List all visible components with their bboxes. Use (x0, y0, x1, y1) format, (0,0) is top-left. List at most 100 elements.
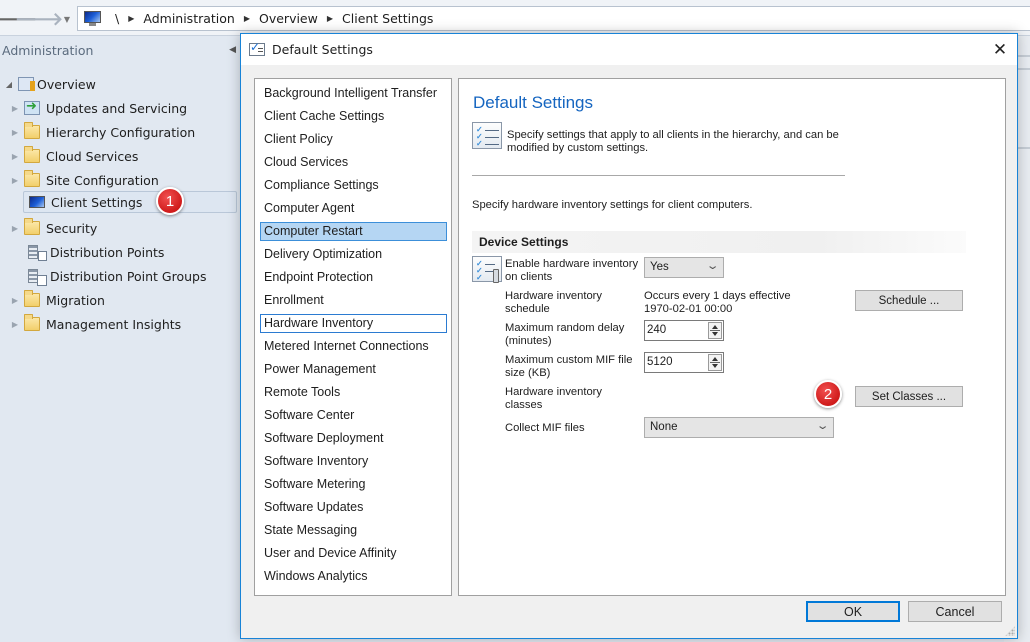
category-item[interactable]: Delivery Optimization (260, 245, 447, 264)
schedule-value-line2: 1970-02-01 00:00 (644, 303, 733, 315)
forward-button[interactable]: 🡒 (15, 8, 63, 30)
folder-icon (24, 170, 40, 187)
overview-icon (18, 77, 35, 91)
breadcrumb-separator-icon[interactable]: ▶ (239, 14, 255, 23)
category-list[interactable]: Background Intelligent Transfer Client C… (254, 78, 452, 596)
category-item[interactable]: Enrollment (260, 291, 447, 310)
collapsed-triangle-icon[interactable]: ▶ (10, 320, 20, 329)
schedule-button[interactable]: Schedule ... (855, 290, 963, 311)
breadcrumb-root[interactable]: \ (111, 11, 123, 26)
collapsed-triangle-icon[interactable]: ▶ (10, 296, 20, 305)
tree-item-migration[interactable]: ▶ Migration (10, 289, 105, 311)
category-item[interactable]: Software Inventory (260, 452, 447, 471)
category-item[interactable]: Software Deployment (260, 429, 447, 448)
category-item[interactable]: Power Management (260, 360, 447, 379)
collect-mif-dropdown[interactable]: None ⌄ (644, 417, 834, 438)
collapsed-triangle-icon[interactable]: ▶ (10, 224, 20, 233)
random-delay-spinner[interactable] (708, 322, 722, 339)
tree-item-management-insights[interactable]: ▶ Management Insights (10, 313, 181, 335)
collapsed-triangle-icon[interactable]: ▶ (10, 104, 20, 113)
device-settings-header: Device Settings (472, 231, 966, 253)
random-delay-value[interactable]: 240 (647, 324, 666, 336)
tree-item-label: Client Settings (51, 194, 143, 210)
cancel-button[interactable]: Cancel (908, 601, 1002, 622)
category-item[interactable]: User and Device Affinity (260, 544, 447, 563)
tree-item-site-configuration[interactable]: ▶ Site Configuration (10, 169, 159, 191)
close-icon: ✕ (992, 40, 1008, 60)
tree-item-label: Distribution Points (50, 244, 165, 260)
enable-inventory-dropdown[interactable]: Yes ⌄ (644, 257, 724, 278)
tree-item-label: Updates and Servicing (46, 100, 188, 116)
category-item[interactable]: Remote Tools (260, 383, 447, 402)
folder-icon (24, 122, 40, 139)
updates-icon (24, 99, 40, 115)
chevron-down-icon: ⌄ (815, 420, 830, 432)
inventory-classes-label: Hardware inventory classes (505, 386, 603, 411)
category-item[interactable]: Metered Internet Connections (260, 337, 447, 356)
set-classes-button[interactable]: Set Classes ... (855, 386, 963, 407)
nav-pane-header: Administration ◀ (0, 43, 240, 63)
tree-item-distribution-point-groups[interactable]: Distribution Point Groups (28, 265, 206, 287)
tree-item-label: Security (46, 220, 98, 236)
mif-size-input[interactable]: 5120 (644, 352, 724, 373)
category-item[interactable]: Software Center (260, 406, 447, 425)
category-item[interactable]: Client Policy (260, 130, 447, 149)
category-item[interactable]: Computer Agent (260, 199, 447, 218)
category-item[interactable]: State Messaging (260, 521, 447, 540)
hardware-inventory-icon: ✓ ✓ ✓ (472, 256, 502, 283)
breadcrumb-administration[interactable]: Administration (139, 11, 238, 26)
category-item[interactable]: Software Metering (260, 475, 447, 494)
history-dropdown[interactable]: ▼ (56, 8, 78, 30)
category-item[interactable]: Software Updates (260, 498, 447, 517)
expanded-triangle-icon[interactable]: ◢ (4, 80, 14, 89)
default-settings-dialog: Default Settings ✕ Background Intelligen… (240, 33, 1018, 639)
mif-size-value[interactable]: 5120 (647, 356, 673, 368)
tree-item-distribution-points[interactable]: Distribution Points (28, 241, 164, 263)
tree-item-label: Overview (37, 76, 96, 92)
tree-item-cloud-services[interactable]: ▶ Cloud Services (10, 145, 138, 167)
collapsed-triangle-icon[interactable]: ▶ (10, 176, 20, 185)
breadcrumb-separator-icon[interactable]: ▶ (123, 14, 139, 23)
info-text: Specify settings that apply to all clien… (507, 129, 839, 154)
tree-item-label: Management Insights (46, 316, 182, 332)
random-delay-input[interactable]: 240 (644, 320, 724, 341)
console-root-icon (84, 11, 101, 26)
folder-icon (24, 218, 40, 235)
tree-item-security[interactable]: ▶ Security (10, 217, 97, 239)
breadcrumb-separator-icon[interactable]: ▶ (322, 14, 338, 23)
category-item[interactable]: Compliance Settings (260, 176, 447, 195)
schedule-value-line1: Occurs every 1 days effective (644, 290, 791, 302)
breadcrumb-client-settings[interactable]: Client Settings (338, 11, 437, 26)
tree-item-updates-and-servicing[interactable]: ▶ Updates and Servicing (10, 97, 187, 119)
mif-size-label: Maximum custom MIF file size (KB) (505, 354, 633, 379)
settings-content-panel: Default Settings ✓ ✓ ✓ Specify settings … (458, 78, 1006, 596)
collapsed-triangle-icon[interactable]: ▶ (10, 152, 20, 161)
category-item[interactable]: Background Intelligent Transfer (260, 84, 447, 103)
tree-item-overview[interactable]: ◢ Overview (4, 73, 96, 95)
tree-item-client-settings[interactable]: Client Settings (23, 191, 237, 213)
folder-icon (24, 314, 40, 331)
mif-size-spinner[interactable] (708, 354, 722, 371)
breadcrumb[interactable]: \ ▶ Administration ▶ Overview ▶ Client S… (77, 6, 1030, 31)
tree-item-hierarchy-configuration[interactable]: ▶ Hierarchy Configuration (10, 121, 195, 143)
close-button[interactable]: ✕ (989, 39, 1011, 61)
breadcrumb-overview[interactable]: Overview (255, 11, 322, 26)
dialog-title-bar[interactable]: Default Settings ✕ (241, 34, 1017, 65)
distribution-points-icon (28, 245, 47, 261)
collapsed-triangle-icon[interactable]: ▶ (10, 128, 20, 137)
collapse-pane-icon[interactable]: ◀ (229, 45, 236, 55)
category-item[interactable]: Cloud Services (260, 153, 447, 172)
resize-grip-icon[interactable] (1005, 626, 1015, 636)
tree-item-label: Site Configuration (46, 172, 159, 188)
category-item-hardware-inventory[interactable]: Hardware Inventory (260, 314, 447, 333)
divider (472, 175, 845, 176)
ok-button[interactable]: OK (806, 601, 900, 622)
category-item[interactable]: Windows Analytics (260, 567, 447, 586)
chevron-down-icon: ▼ (63, 14, 71, 24)
tree-item-label: Hierarchy Configuration (46, 124, 196, 140)
category-item[interactable]: Endpoint Protection (260, 268, 447, 287)
category-item-selected[interactable]: Computer Restart (260, 222, 447, 241)
distribution-point-groups-icon (28, 269, 47, 286)
annotation-badge-2: 2 (814, 380, 842, 408)
category-item[interactable]: Client Cache Settings (260, 107, 447, 126)
